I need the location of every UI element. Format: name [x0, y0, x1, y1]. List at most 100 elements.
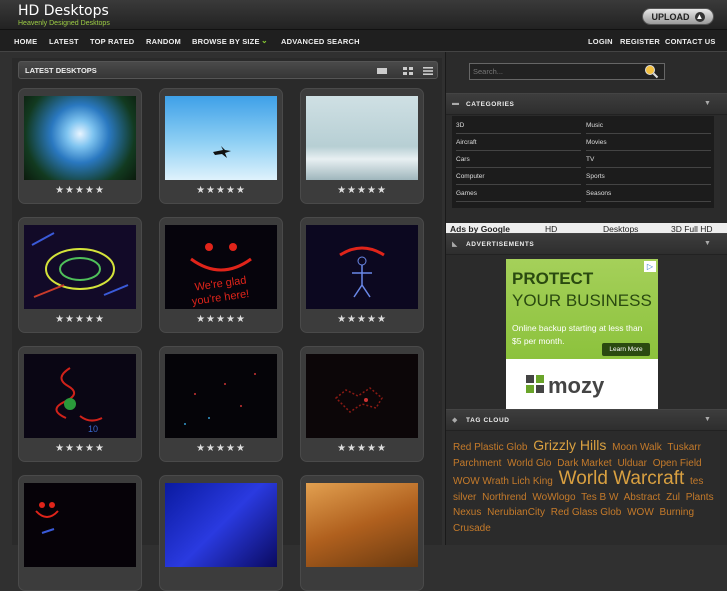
rating-stars[interactable]: ★★★★★ [19, 185, 141, 196]
categories-list: 3D Music Aircraft Movies Cars TV Compute… [452, 116, 714, 208]
collapse-icon[interactable]: ▼ [704, 100, 711, 107]
collapse-icon[interactable]: ▼ [704, 240, 711, 247]
nav-browse-by-size[interactable]: BROWSE BY SIZE [192, 37, 260, 46]
category-tv[interactable]: TV [586, 152, 711, 168]
site-title[interactable]: HD Desktops [18, 3, 109, 19]
tag-link[interactable]: World Glo [507, 458, 551, 469]
category-sports[interactable]: Sports [586, 169, 711, 185]
category-cars[interactable]: Cars [456, 152, 581, 168]
upload-button[interactable]: UPLOAD ▲ [642, 8, 714, 25]
tag-link[interactable]: Grizzly Hills [533, 437, 606, 453]
wallpaper-card[interactable] [300, 475, 424, 591]
categories-header: ▬ CATEGORIES ▼ [446, 93, 727, 115]
wallpaper-card[interactable]: 10 ★★★★★ [18, 346, 142, 462]
rating-stars[interactable]: ★★★★★ [301, 185, 423, 196]
nav-home[interactable]: HOME [14, 37, 37, 46]
wallpaper-thumbnail[interactable] [24, 225, 136, 309]
tag-link[interactable]: Tuskarr [667, 442, 701, 453]
nav-advanced-search[interactable]: ADVANCED SEARCH [281, 37, 360, 46]
category-music[interactable]: Music [586, 118, 711, 134]
section-title: LATEST DESKTOPS [25, 66, 97, 75]
rating-stars[interactable]: ★★★★★ [301, 443, 423, 454]
ad-brand: mozy [548, 373, 605, 398]
search-icon[interactable] [644, 64, 659, 79]
wallpaper-card[interactable]: We're glad you're here! ★★★★★ [159, 217, 283, 333]
category-aircraft[interactable]: Aircraft [456, 135, 581, 151]
wallpaper-thumbnail[interactable] [306, 354, 418, 438]
search-input[interactable] [469, 63, 665, 80]
ad-headline-1: PROTECT [512, 269, 594, 288]
wallpaper-thumbnail[interactable] [306, 96, 418, 180]
wallpaper-card[interactable]: ★★★★★ [159, 88, 283, 204]
tag-link[interactable]: Red Plastic Glob [453, 442, 527, 453]
category-computer[interactable]: Computer [456, 169, 581, 185]
tag-link[interactable]: Red Glass Glob [551, 507, 622, 518]
rating-stars[interactable]: ★★★★★ [301, 314, 423, 325]
wallpaper-card[interactable]: ★★★★★ [300, 88, 424, 204]
nav-top-rated[interactable]: TOP RATED [90, 37, 134, 46]
category-seasons[interactable]: Seasons [586, 186, 711, 202]
rating-stars[interactable]: ★★★★★ [160, 314, 282, 325]
tag-link[interactable]: World Warcraft [559, 468, 685, 489]
tag-link[interactable]: Abstract [624, 492, 661, 503]
wallpaper-thumbnail[interactable] [306, 225, 418, 309]
category-movies[interactable]: Movies [586, 135, 711, 151]
tag-link[interactable]: Plants [686, 492, 714, 503]
wallpaper-thumbnail[interactable] [306, 483, 418, 567]
rating-stars[interactable]: ★★★★★ [160, 443, 282, 454]
ad-learn-more-button[interactable]: Learn More [602, 343, 650, 356]
wallpaper-card[interactable]: ★★★★★ [18, 88, 142, 204]
tag-link[interactable]: WOW Wrath Lich King [453, 476, 553, 487]
tag-link[interactable]: Tes B W [581, 492, 618, 503]
latest-desktops-panel: LATEST DESKTOPS ★★★★★ ★★★★★ ★★★★★ ★★★★★ [12, 58, 442, 591]
wallpaper-thumbnail[interactable] [24, 96, 136, 180]
wallpaper-card[interactable]: ★★★★★ [159, 346, 283, 462]
tag-link[interactable]: Ulduar [617, 458, 646, 469]
wallpaper-card[interactable] [159, 475, 283, 591]
tag-link[interactable]: Dark Market [557, 458, 611, 469]
tag-link[interactable]: tes [690, 476, 703, 487]
nav-latest[interactable]: LATEST [49, 37, 79, 46]
tag-link[interactable]: Northrend [482, 492, 526, 503]
main-nav: HOME LATEST TOP RATED RANDOM BROWSE BY S… [0, 30, 727, 52]
single-view-icon[interactable] [377, 67, 387, 75]
rating-stars[interactable]: ★★★★★ [19, 443, 141, 454]
wallpaper-thumbnail[interactable] [165, 483, 277, 567]
wallpaper-thumbnail[interactable] [24, 483, 136, 567]
tag-link[interactable]: Parchment [453, 458, 501, 469]
wallpaper-thumbnail[interactable]: 10 [24, 354, 136, 438]
wallpaper-card[interactable]: ★★★★★ [300, 346, 424, 462]
mozy-logo-icon [526, 375, 544, 393]
wallpaper-thumbnail[interactable]: We're glad you're here! [165, 225, 277, 309]
adchoices-icon[interactable]: ▷ [644, 261, 656, 272]
tag-link[interactable]: Nexus [453, 507, 481, 518]
nav-random[interactable]: RANDOM [146, 37, 181, 46]
folder-icon: ▬ [452, 100, 459, 107]
wallpaper-card[interactable]: ★★★★★ [18, 217, 142, 333]
tag-link[interactable]: Open Field [653, 458, 702, 469]
wallpaper-thumbnail[interactable] [165, 354, 277, 438]
tag-cloud-title: TAG CLOUD [466, 417, 510, 424]
category-3d[interactable]: 3D [456, 118, 581, 134]
category-games[interactable]: Games [456, 186, 581, 202]
nav-login[interactable]: LOGIN [588, 37, 613, 46]
nav-contact-us[interactable]: CONTACT US [665, 37, 716, 46]
wallpaper-card[interactable] [18, 475, 142, 591]
tag-cloud-header: ◆ TAG CLOUD ▼ [446, 409, 727, 431]
tag-link[interactable]: WoWlogo [532, 492, 575, 503]
tag-link[interactable]: Moon Walk [612, 442, 662, 453]
wallpaper-thumbnail[interactable] [165, 96, 277, 180]
wallpaper-card[interactable]: ★★★★★ [300, 217, 424, 333]
mozy-ad-banner[interactable]: PROTECT YOUR BUSINESS Online backup star… [506, 259, 658, 409]
collapse-icon[interactable]: ▼ [704, 416, 711, 423]
rating-stars[interactable]: ★★★★★ [19, 314, 141, 325]
tag-link[interactable]: Zul [666, 492, 680, 503]
tag-link[interactable]: NerubianCity [487, 507, 545, 518]
rating-stars[interactable]: ★★★★★ [160, 185, 282, 196]
grid-view-icon[interactable] [403, 67, 413, 75]
tag-link[interactable]: silver [453, 492, 476, 503]
list-view-icon[interactable] [423, 67, 433, 75]
tag-link[interactable]: WOW [627, 507, 654, 518]
nav-register[interactable]: REGISTER [620, 37, 660, 46]
ad-headline-2: YOUR BUSINESS [512, 291, 652, 310]
